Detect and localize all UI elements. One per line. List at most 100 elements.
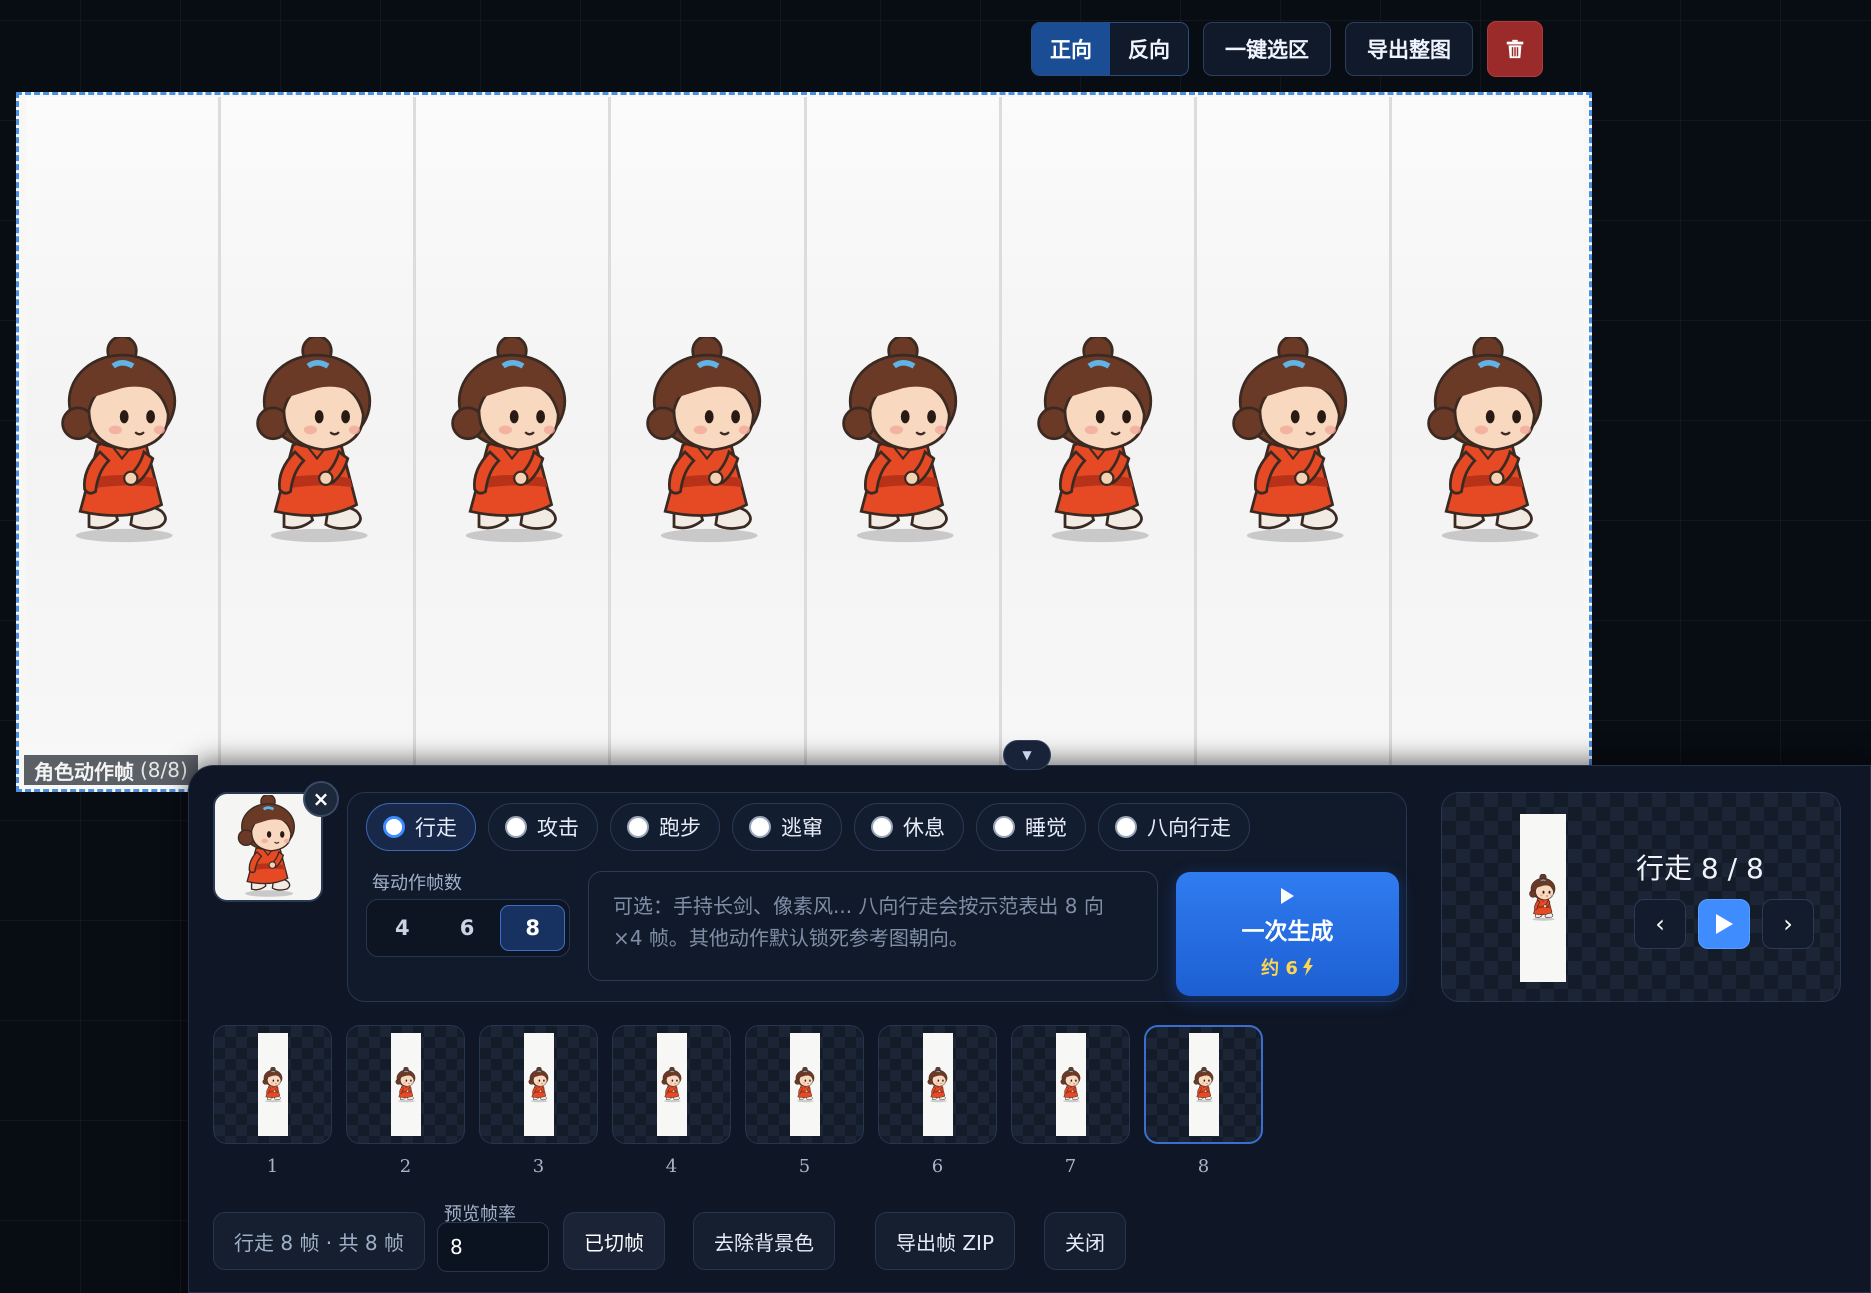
preview-controls: ‹ › <box>1634 899 1814 949</box>
sheet-frame[interactable] <box>26 97 222 789</box>
sheet-label-count: (8/8) <box>140 758 188 782</box>
frame-sprite <box>660 1067 684 1103</box>
play-preview-button[interactable] <box>1698 899 1750 949</box>
action-option[interactable]: 八向行走 <box>1098 803 1250 851</box>
frame-sprite <box>1192 1067 1216 1103</box>
radio-icon <box>505 816 527 838</box>
sheet-frame[interactable] <box>221 97 417 789</box>
frame-strip <box>1055 1033 1086 1136</box>
frame-sprite <box>926 1067 950 1103</box>
frame-count-option[interactable]: 8 <box>500 905 566 951</box>
fps-input[interactable] <box>437 1222 549 1272</box>
action-option[interactable]: 睡觉 <box>976 803 1086 851</box>
character-reference-sprite <box>233 795 303 899</box>
animation-preview: 行走 8 / 8 ‹ › <box>1441 792 1841 1002</box>
reverse-button[interactable]: 反向 <box>1110 23 1188 75</box>
frame-number: 1 <box>266 1156 279 1177</box>
action-option-label: 逃窜 <box>781 816 823 840</box>
export-zip-button[interactable]: 导出帧 ZIP <box>875 1212 1016 1270</box>
character-sprite <box>1422 337 1554 547</box>
frame-strip <box>789 1033 820 1136</box>
close-panel-button[interactable]: 关闭 <box>1044 1212 1126 1270</box>
frame-number: 7 <box>1064 1156 1077 1177</box>
frame-thumbnail-image <box>1011 1025 1130 1144</box>
cut-frames-button[interactable]: 已切帧 <box>563 1212 665 1270</box>
frame-strip <box>1188 1033 1219 1136</box>
preview-frame <box>1520 814 1566 982</box>
radio-icon <box>1115 816 1137 838</box>
frame-thumbnail[interactable]: 1 <box>213 1025 332 1177</box>
remove-reference-button[interactable]: × <box>303 781 339 817</box>
frame-thumbnail-image <box>612 1025 731 1144</box>
sheet-frame[interactable] <box>416 97 612 789</box>
chevron-right-icon: › <box>1783 910 1793 938</box>
prompt-input[interactable]: 可选：手持长剑、像素风... 八向行走会按示范表出 8 向×4 帧。其他动作默认… <box>588 871 1158 981</box>
frame-count-option[interactable]: 4 <box>371 905 434 951</box>
frame-strip <box>922 1033 953 1136</box>
preview-sprite <box>1528 874 1558 922</box>
sprite-sheet-frames <box>26 97 1584 789</box>
frame-thumbnail-image <box>346 1025 465 1144</box>
frame-sprite <box>1059 1067 1083 1103</box>
forward-button[interactable]: 正向 <box>1032 23 1110 75</box>
action-option-label: 攻击 <box>537 816 579 840</box>
character-sprite <box>1227 337 1359 547</box>
radio-icon <box>871 816 893 838</box>
action-radio-group: 行走 攻击 跑步 逃窜 休息 睡觉 八向行走 <box>366 803 1250 851</box>
action-option-label: 八向行走 <box>1147 816 1231 840</box>
frame-thumbnail[interactable]: 7 <box>1011 1025 1130 1177</box>
frame-strip <box>523 1033 554 1136</box>
close-icon: × <box>312 787 330 811</box>
sheet-frame[interactable] <box>1001 97 1197 789</box>
character-sprite <box>1032 337 1164 547</box>
sheet-frame[interactable] <box>611 97 807 789</box>
collapse-panel-handle[interactable]: ▼ <box>1003 740 1051 770</box>
frame-thumbnail[interactable]: 8 <box>1144 1025 1263 1177</box>
generate-label: 一次生成 <box>1241 919 1334 945</box>
action-option[interactable]: 攻击 <box>488 803 598 851</box>
bolt-icon <box>1302 958 1314 976</box>
radio-icon <box>993 816 1015 838</box>
frame-thumbnail-image <box>878 1025 997 1144</box>
action-option[interactable]: 逃窜 <box>732 803 842 851</box>
frame-sprite <box>261 1067 285 1103</box>
delete-button[interactable] <box>1487 21 1543 77</box>
frame-thumbnail[interactable]: 3 <box>479 1025 598 1177</box>
sheet-frame[interactable] <box>1391 97 1584 789</box>
frame-count-option[interactable]: 6 <box>436 905 499 951</box>
frame-number: 3 <box>532 1156 545 1177</box>
next-frame-button[interactable]: › <box>1762 899 1814 949</box>
frame-thumbnail[interactable]: 6 <box>878 1025 997 1177</box>
remove-background-button[interactable]: 去除背景色 <box>693 1212 835 1270</box>
export-image-button[interactable]: 导出整图 <box>1345 22 1473 76</box>
action-option[interactable]: 跑步 <box>610 803 720 851</box>
frame-thumbnail[interactable]: 4 <box>612 1025 731 1177</box>
character-sprite <box>446 337 578 547</box>
select-all-button[interactable]: 一键选区 <box>1203 22 1331 76</box>
frame-number: 4 <box>665 1156 678 1177</box>
frame-thumbnails: 1 2 3 4 5 6 7 8 <box>213 1025 1263 1177</box>
sheet-label-text: 角色动作帧 <box>34 759 134 784</box>
prev-frame-button[interactable]: ‹ <box>1634 899 1686 949</box>
direction-toggle: 正向 反向 <box>1031 22 1189 76</box>
action-option-label: 睡觉 <box>1025 816 1067 840</box>
sheet-frame[interactable] <box>1196 97 1392 789</box>
radio-icon <box>627 816 649 838</box>
frame-thumbnail-image <box>213 1025 332 1144</box>
frame-thumbnail-image <box>1144 1025 1263 1144</box>
radio-icon <box>749 816 771 838</box>
frame-thumbnail[interactable]: 2 <box>346 1025 465 1177</box>
action-option[interactable]: 休息 <box>854 803 964 851</box>
sheet-frame[interactable] <box>806 97 1002 789</box>
generate-cost: 约 6 <box>1261 954 1314 980</box>
frame-thumbnail-image <box>479 1025 598 1144</box>
frame-sprite <box>793 1067 817 1103</box>
action-option[interactable]: 行走 <box>366 803 476 851</box>
character-sprite <box>641 337 773 547</box>
sprite-sheet-canvas[interactable]: 角色动作帧 (8/8) <box>16 92 1592 792</box>
frame-thumbnail[interactable]: 5 <box>745 1025 864 1177</box>
character-sprite <box>251 337 383 547</box>
frame-strip <box>390 1033 421 1136</box>
generate-button[interactable]: 一次生成 约 6 <box>1176 872 1399 996</box>
panel-footer: 行走 8 帧 · 共 8 帧 预览帧率 已切帧 去除背景色 导出帧 ZIP 关闭 <box>213 1204 1413 1272</box>
